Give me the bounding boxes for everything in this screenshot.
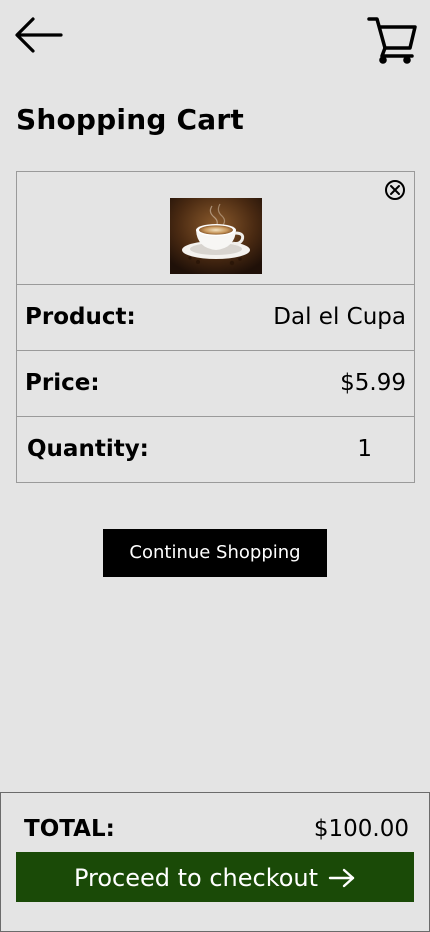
close-circle-icon [385,180,405,200]
quantity-value[interactable]: 1 [357,417,372,482]
total-value: $100.00 [313,816,409,842]
page-title: Shopping Cart [16,103,244,136]
product-label: Product: [25,304,136,330]
product-value: Dal el Cupa [273,304,406,330]
cart-item-card: Product: Dal el Cupa Price: $5.99 Quanti… [16,171,415,483]
back-button[interactable] [14,14,64,58]
remove-item-button[interactable] [384,179,406,201]
price-row: Price: $5.99 [17,351,414,417]
cart-button[interactable] [366,14,418,66]
quantity-row: Quantity: 1 [17,417,414,482]
checkout-footer: TOTAL: $100.00 Proceed to checkout [0,792,430,932]
checkout-label: Proceed to checkout [73,864,319,892]
proceed-to-checkout-button[interactable]: Proceed to checkout [16,852,414,902]
total-label: TOTAL: [24,816,115,842]
product-row: Product: Dal el Cupa [17,285,414,351]
coffee-cup-image [170,198,262,274]
price-value: $5.99 [340,370,406,396]
arrow-left-icon [15,17,63,53]
arrow-right-icon [328,868,355,888]
continue-shopping-button[interactable]: Continue Shopping [103,529,327,577]
price-label: Price: [25,370,100,396]
shopping-cart-icon [367,17,417,64]
top-bar [0,0,430,80]
product-image-cell [17,172,414,285]
quantity-label: Quantity: [27,436,149,462]
